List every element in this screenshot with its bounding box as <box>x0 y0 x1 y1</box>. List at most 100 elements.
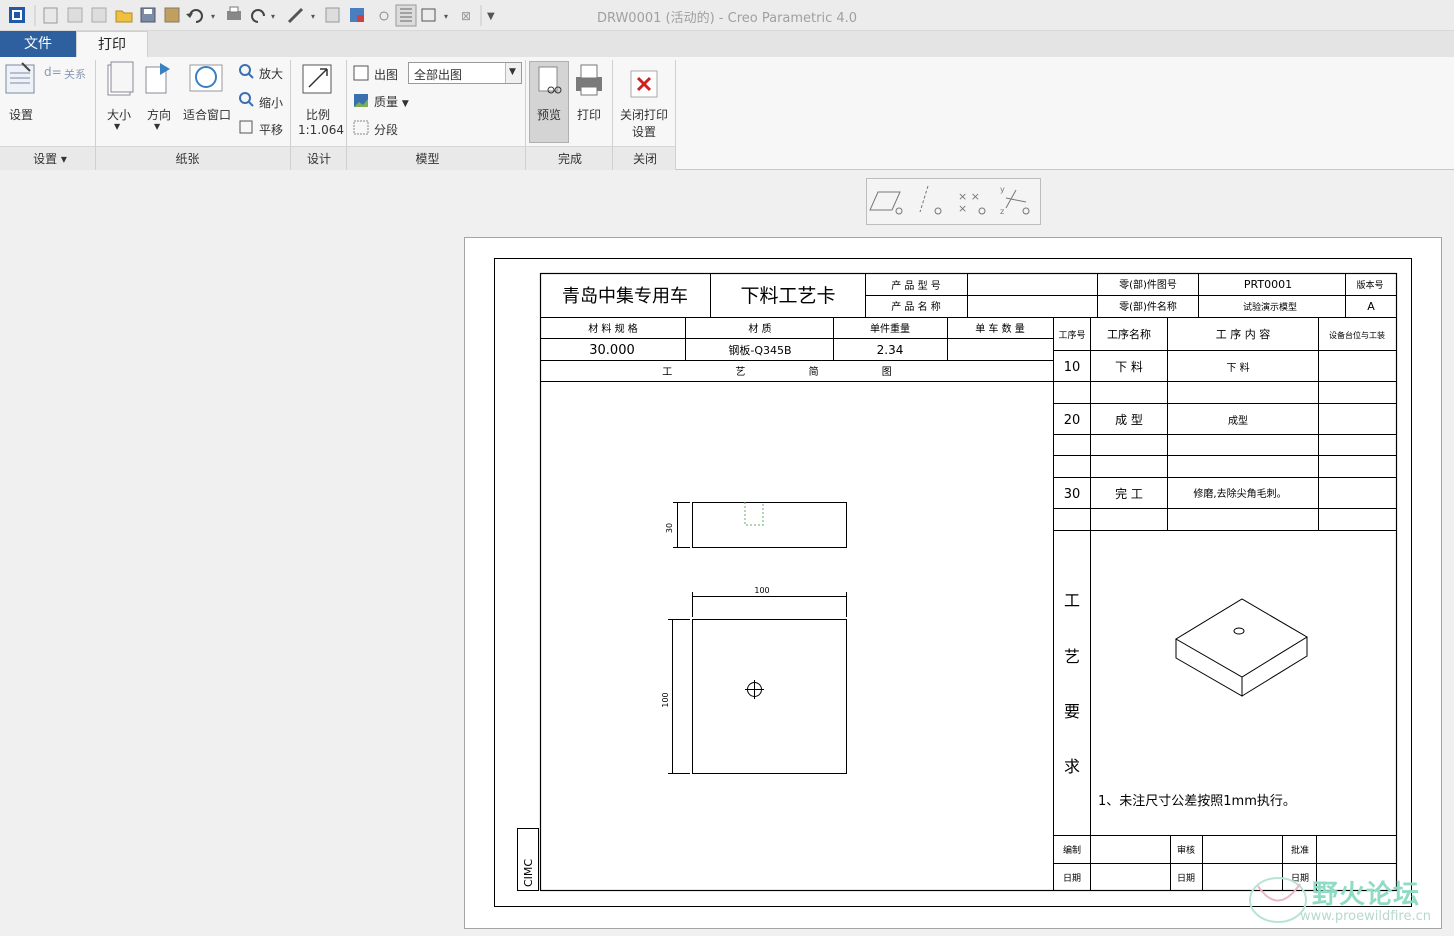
preview-icon-overlay <box>538 66 562 94</box>
pan-button[interactable]: 平移 <box>259 121 283 138</box>
settings-button[interactable]: 设置 <box>9 106 33 123</box>
zoom-in-icon[interactable] <box>239 64 254 79</box>
part-name: 试验演示模型 <box>1243 301 1297 313</box>
scale-icon[interactable] <box>302 64 332 94</box>
new-icon[interactable] <box>43 7 58 24</box>
svg-text:▾: ▾ <box>444 12 448 21</box>
output-icon[interactable] <box>353 65 369 81</box>
graphics-toolbar-icons: × ×× yz <box>869 185 1030 216</box>
close-print-icon[interactable] <box>630 70 658 98</box>
plane-display-icon[interactable] <box>869 191 903 215</box>
mat-spec-label: 材 料 规 格 <box>588 322 638 335</box>
drawing-sheet: CIMC 青岛中集专用车 下料工艺卡 产 品 型 号 产 品 名 称 零(部)件… <box>494 258 1412 907</box>
settings-icon[interactable] <box>5 62 35 94</box>
print-qa-icon[interactable] <box>227 6 241 20</box>
requirement-text: 1、未注尺寸公差按照1mm执行。 <box>1098 794 1296 809</box>
save-as-icon[interactable] <box>164 7 180 23</box>
orientation-button[interactable]: 方向 <box>147 106 171 123</box>
tab-print[interactable]: 打印 <box>76 31 148 58</box>
op-content: 下 料 <box>1226 361 1249 374</box>
print-icon[interactable] <box>576 64 602 96</box>
zoom-out-button[interactable]: 缩小 <box>259 94 283 111</box>
grid-icon[interactable] <box>395 4 417 27</box>
relations-icon[interactable]: d= <box>44 65 62 79</box>
layout-icon[interactable] <box>421 8 436 22</box>
fit-window-button[interactable]: 适合窗口 <box>183 106 231 123</box>
company: 青岛中集专用车 <box>562 286 688 307</box>
unit-weight: 2.34 <box>877 343 904 357</box>
scale-button[interactable]: 比例 <box>306 106 330 123</box>
zoom-in-button[interactable]: 放大 <box>259 65 283 82</box>
paper-group-label: 纸张 <box>175 152 200 166</box>
sketch-label: 工 艺 简 图 <box>662 365 922 378</box>
regenerate-icon[interactable] <box>325 7 340 23</box>
requirement-label-char: 艺 <box>1064 647 1080 666</box>
op-name: 下 料 <box>1115 360 1143 374</box>
ribbon-tab-bar <box>0 31 1454 57</box>
quick-access-toolbar: ▾ ▾ ▾ ▾ ⊠ ▼ <box>9 4 495 27</box>
model-group-label: 模型 <box>415 152 440 166</box>
svg-text:▾: ▾ <box>311 12 315 21</box>
watermark-text: 野火论坛 <box>1312 880 1421 910</box>
svg-text:⊠: ⊠ <box>461 9 471 23</box>
close-group-label: 关闭 <box>632 152 657 166</box>
version: A <box>1367 300 1375 313</box>
fit-window-icon[interactable] <box>189 64 223 92</box>
close-window-icon[interactable]: ⊠ <box>461 9 471 23</box>
preview-button[interactable]: 预览 <box>537 106 561 123</box>
session-icon[interactable] <box>91 7 107 23</box>
segment-icon[interactable] <box>353 120 369 135</box>
svg-text:▾: ▾ <box>211 12 215 21</box>
size-icon[interactable] <box>107 61 134 96</box>
per-vehicle-label: 单 车 数 量 <box>975 322 1025 335</box>
app-icon[interactable] <box>9 7 25 23</box>
svg-text:z: z <box>1000 207 1004 216</box>
op-no: 10 <box>1064 360 1081 375</box>
csys-display-icon[interactable]: yz <box>1000 185 1030 216</box>
output-select-value: 全部出图 <box>414 68 463 82</box>
size-dropdown-icon[interactable]: ▼ <box>114 122 120 131</box>
segment-button[interactable]: 分段 <box>374 121 398 138</box>
size-button[interactable]: 大小 <box>107 106 131 123</box>
datum-icon[interactable] <box>379 11 389 21</box>
material-label: 材 质 <box>748 322 771 335</box>
dimension-30: 30 <box>665 523 674 533</box>
redo-icon[interactable] <box>251 9 265 23</box>
finish-group-label: 完成 <box>557 152 582 166</box>
svg-text:y: y <box>1000 185 1005 194</box>
pen-icon[interactable] <box>287 7 304 24</box>
axis-display-icon[interactable] <box>919 185 942 215</box>
svg-text:×: × <box>958 202 967 215</box>
print-button[interactable]: 打印 <box>577 106 601 123</box>
customize-icon[interactable]: ▼ <box>487 11 495 22</box>
op-no: 30 <box>1064 487 1081 502</box>
product-name-label: 产 品 名 称 <box>891 300 941 313</box>
relations-button[interactable]: 关系 <box>64 66 86 82</box>
close-print-button[interactable]: 关闭打印 <box>620 106 668 123</box>
op-content: 修磨,去除尖角毛刺。 <box>1193 487 1286 500</box>
sign-approve: 批准 <box>1291 844 1309 856</box>
open-folder-icon[interactable] <box>115 10 133 23</box>
orientation-dropdown-icon[interactable]: ▼ <box>154 122 160 131</box>
windows-icon[interactable] <box>350 8 364 22</box>
tab-file[interactable]: 文件 <box>0 31 76 57</box>
dimension-100-horizontal: 100 <box>754 586 769 595</box>
quality-icon[interactable] <box>354 94 368 107</box>
point-display-icon[interactable]: × ×× <box>958 190 986 215</box>
part-no: PRT0001 <box>1244 278 1292 291</box>
requirement-label-char: 求 <box>1064 757 1080 776</box>
output-button[interactable]: 出图 <box>374 66 398 83</box>
close-print-button-line2[interactable]: 设置 <box>632 123 656 140</box>
undo-icon[interactable] <box>186 9 203 23</box>
requirement-label-char: 工 <box>1064 591 1080 610</box>
settings-group-label[interactable]: 设置 ▾ <box>20 150 80 167</box>
output-select-arrow[interactable]: ▼ <box>505 63 521 83</box>
orientation-icon[interactable] <box>145 63 170 94</box>
save-icon[interactable] <box>140 7 156 23</box>
pan-icon[interactable] <box>239 120 253 134</box>
quality-button[interactable]: 质量 ▼ <box>374 93 409 110</box>
part-name-label: 零(部)件名称 <box>1119 300 1177 313</box>
unit-weight-label: 单件重量 <box>870 322 910 335</box>
zoom-out-icon[interactable] <box>239 92 254 107</box>
open-model-icon[interactable] <box>67 7 83 23</box>
